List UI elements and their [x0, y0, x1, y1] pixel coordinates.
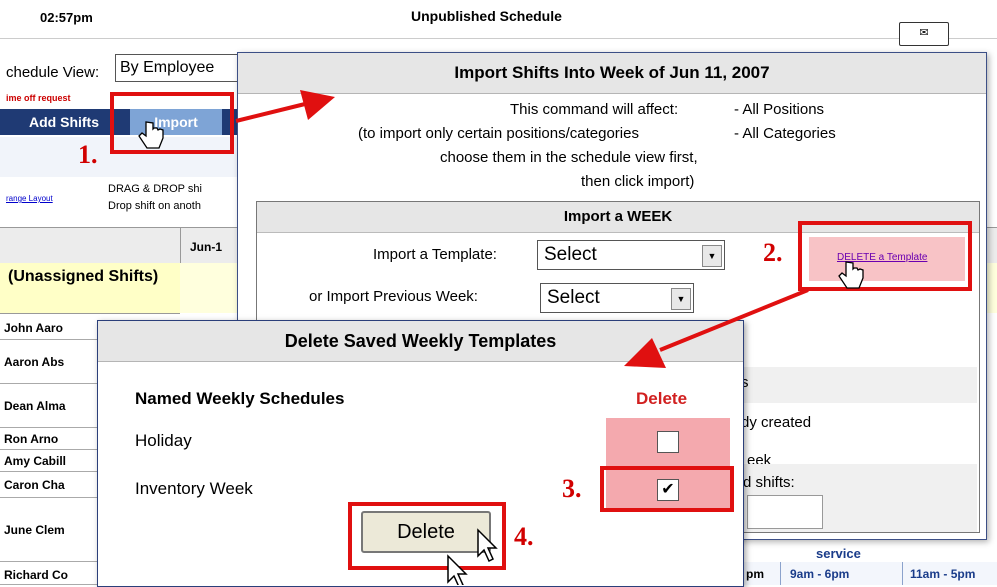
hand-cursor-icon — [138, 121, 164, 149]
arrow-to-delete-dialog — [624, 288, 809, 368]
arrow-to-import-window — [235, 90, 335, 123]
annotation-overlay — [138, 90, 864, 585]
arrow-cursor-icon — [477, 528, 498, 563]
arrow-cursor-icon — [447, 554, 468, 585]
hand-cursor-icon — [838, 261, 864, 289]
